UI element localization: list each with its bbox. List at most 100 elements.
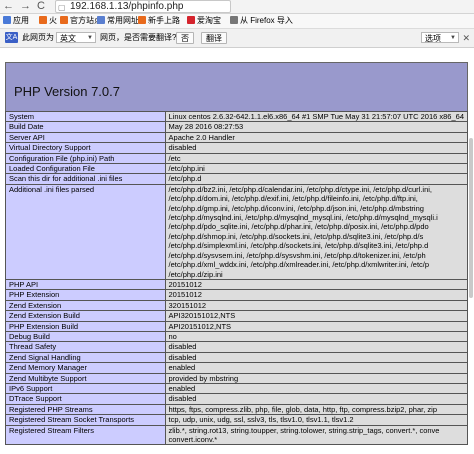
no-button[interactable]: 否 xyxy=(176,32,194,44)
row-value-line: /etc/php.d/shmop.ini, /etc/php.d/sockets… xyxy=(168,231,424,241)
row-value: /etc/php.d xyxy=(164,173,469,185)
table-row: PHP Extension 20151012 xyxy=(5,289,469,301)
row-value: enabled xyxy=(164,382,469,395)
row-value: API20151012,NTS xyxy=(164,320,469,332)
table-row: Registered PHP Streams https, ftps, compr… xyxy=(5,403,469,416)
table-row: Zend Extension 320151012 xyxy=(5,299,469,312)
select-caret-icon: ▼ xyxy=(450,35,456,41)
bookmark-icon xyxy=(60,16,68,24)
row-value: /etc/php.ini xyxy=(164,163,469,175)
row-key: Thread Safety xyxy=(5,341,166,353)
row-value: tcp, udp, unix, udg, ssl, sslv3, tls, tl… xyxy=(164,414,469,426)
translate-question: 网页，是否需要翻译? xyxy=(100,33,177,42)
bookmark-icon xyxy=(230,16,238,24)
row-key: PHP Extension Build xyxy=(5,320,166,332)
row-value: disabled xyxy=(164,351,469,364)
row-value: https, ftps, compress.zlib, php, file, g… xyxy=(164,403,469,416)
scrollbar-thumb[interactable] xyxy=(469,138,473,298)
row-value: May 28 2016 08:27:53 xyxy=(164,121,469,133)
table-row: Registered Stream Filters zlib.*, string.… xyxy=(5,424,469,446)
row-value-line: /etc/php.d/xml_wddx.ini, /etc/php.d/xmlr… xyxy=(168,260,430,270)
select-caret-icon: ▼ xyxy=(87,35,93,41)
row-key: Configuration File (php.ini) Path xyxy=(5,152,166,165)
bookmark-icon xyxy=(39,16,47,24)
row-key: Zend Multibyte Support xyxy=(5,372,166,384)
translate-bar: 文A 此网页为 英文 ▼ 网页，是否需要翻译? 否 翻译 选项 ▼ ✕ xyxy=(0,29,474,48)
row-key: Loaded Configuration File xyxy=(5,163,166,175)
table-row: Loaded Configuration File/etc/php.ini xyxy=(5,163,469,175)
bookmark-item[interactable]: 爱淘宝 xyxy=(187,14,221,28)
row-value-line: zlib.*, string.rot13, string.toupper, st… xyxy=(168,425,440,435)
bookmark-icon xyxy=(138,16,146,24)
row-key: IPv6 Support xyxy=(5,382,166,395)
bookmark-label: 爱淘宝 xyxy=(197,16,221,25)
row-key: Zend Extension xyxy=(5,299,166,312)
row-key: Build Date xyxy=(5,121,166,133)
close-icon[interactable]: ✕ xyxy=(462,29,470,47)
row-value-line: /etc/php.d/sysvsem.ini, /etc/php.d/sysvs… xyxy=(168,250,426,260)
page-icon: ▢ xyxy=(58,3,66,12)
bookmark-item[interactable]: 应用 xyxy=(3,14,29,28)
language-select-value: 英文 xyxy=(60,34,76,43)
row-value: /etc/php.d/bz2.ini, /etc/php.d/calendar.… xyxy=(164,183,469,280)
address-bar-text: 192.168.1.13/phpinfo.php xyxy=(70,1,184,12)
table-row: Build Date May 28 2016 08:27:53 xyxy=(5,121,469,133)
row-key: Scan this dir for additional .ini files xyxy=(5,173,166,185)
table-row: Virtual Directory Support disabled xyxy=(5,142,469,154)
row-key: PHP API xyxy=(5,278,166,291)
row-key: Zend Extension Build xyxy=(5,310,166,322)
row-key: Registered PHP Streams xyxy=(5,403,166,416)
table-row: Zend Memory Manager enabled xyxy=(5,362,469,374)
bookmark-item[interactable]: 火 xyxy=(39,14,57,28)
row-value: API320151012,NTS xyxy=(164,310,469,322)
options-select-value: 选项 xyxy=(425,34,441,43)
language-select[interactable]: 英文 ▼ xyxy=(56,32,96,43)
table-row: System Linux centos 2.6.32-642.1.1.el6.x8… xyxy=(5,110,469,123)
row-value: zlib.*, string.rot13, string.toupper, st… xyxy=(164,424,469,446)
bookmark-item[interactable]: 常用网址 xyxy=(97,14,139,28)
row-value-line: /etc/php.d/bz2.ini, /etc/php.d/calendar.… xyxy=(168,184,433,194)
table-row: Zend Multibyte Support provided by mbstri… xyxy=(5,372,469,384)
table-row: Scan this dir for additional .ini files /… xyxy=(5,173,469,185)
table-row: Zend Signal Handling disabled xyxy=(5,351,469,364)
translate-icon: 文A xyxy=(5,32,18,43)
bookmark-item[interactable]: 新手上路 xyxy=(138,14,180,28)
row-key: Registered Stream Socket Transports xyxy=(5,414,166,426)
browser-toolbar: ← → C ▢ 192.168.1.13/phpinfo.php xyxy=(0,0,474,14)
table-row: Zend Extension Build API320151012,NTS xyxy=(5,310,469,322)
page-content: PHP Version 7.0.7 System Linux centos 2.6… xyxy=(0,48,474,454)
row-key: PHP Extension xyxy=(5,289,166,301)
reload-icon[interactable]: C xyxy=(37,0,45,13)
row-value: disabled xyxy=(164,341,469,353)
table-row: Configuration File (php.ini) Path/etc xyxy=(5,152,469,165)
bookmark-item[interactable]: 官方站点 xyxy=(60,14,102,28)
bookmark-item[interactable]: 从 Firefox 导入 xyxy=(230,14,293,28)
table-row: DTrace Support disabled xyxy=(5,393,469,405)
table-row: Server API Apache 2.0 Handler xyxy=(5,131,469,144)
scrollbar[interactable] xyxy=(467,48,474,454)
row-key: Zend Signal Handling xyxy=(5,351,166,364)
row-key: Server API xyxy=(5,131,166,144)
row-key: DTrace Support xyxy=(5,393,166,405)
translate-button[interactable]: 翻译 xyxy=(201,32,227,44)
address-bar[interactable]: ▢ 192.168.1.13/phpinfo.php xyxy=(55,0,231,13)
row-value-line: /etc/php.d/pdo_sqlite.ini, /etc/php.d/ph… xyxy=(168,222,429,232)
row-value: 20151012 xyxy=(164,278,469,291)
row-value-line: /etc/php.d/gmp.ini, /etc/php.d/iconv.ini… xyxy=(168,203,424,213)
back-arrow-icon[interactable]: ← xyxy=(3,0,14,13)
bookmark-label: 新手上路 xyxy=(148,16,180,25)
row-key: Registered Stream Filters xyxy=(5,424,166,446)
bookmark-icon xyxy=(187,16,195,24)
row-value: disabled xyxy=(164,142,469,154)
bookmark-label: 应用 xyxy=(13,16,29,25)
row-value: provided by mbstring xyxy=(164,372,469,384)
row-key: Additional .ini files parsed xyxy=(5,183,166,280)
table-row: Thread Safety disabled xyxy=(5,341,469,353)
bookmark-icon xyxy=(97,16,105,24)
forward-arrow-icon[interactable]: → xyxy=(20,0,31,13)
options-select[interactable]: 选项 ▼ xyxy=(421,32,459,43)
table-row: PHP Extension Build API20151012,NTS xyxy=(5,320,469,332)
php-info-table: System Linux centos 2.6.32-642.1.1.el6.x8… xyxy=(5,110,469,446)
bookmark-icon xyxy=(3,16,11,24)
bookmark-label: 常用网址 xyxy=(107,16,139,25)
